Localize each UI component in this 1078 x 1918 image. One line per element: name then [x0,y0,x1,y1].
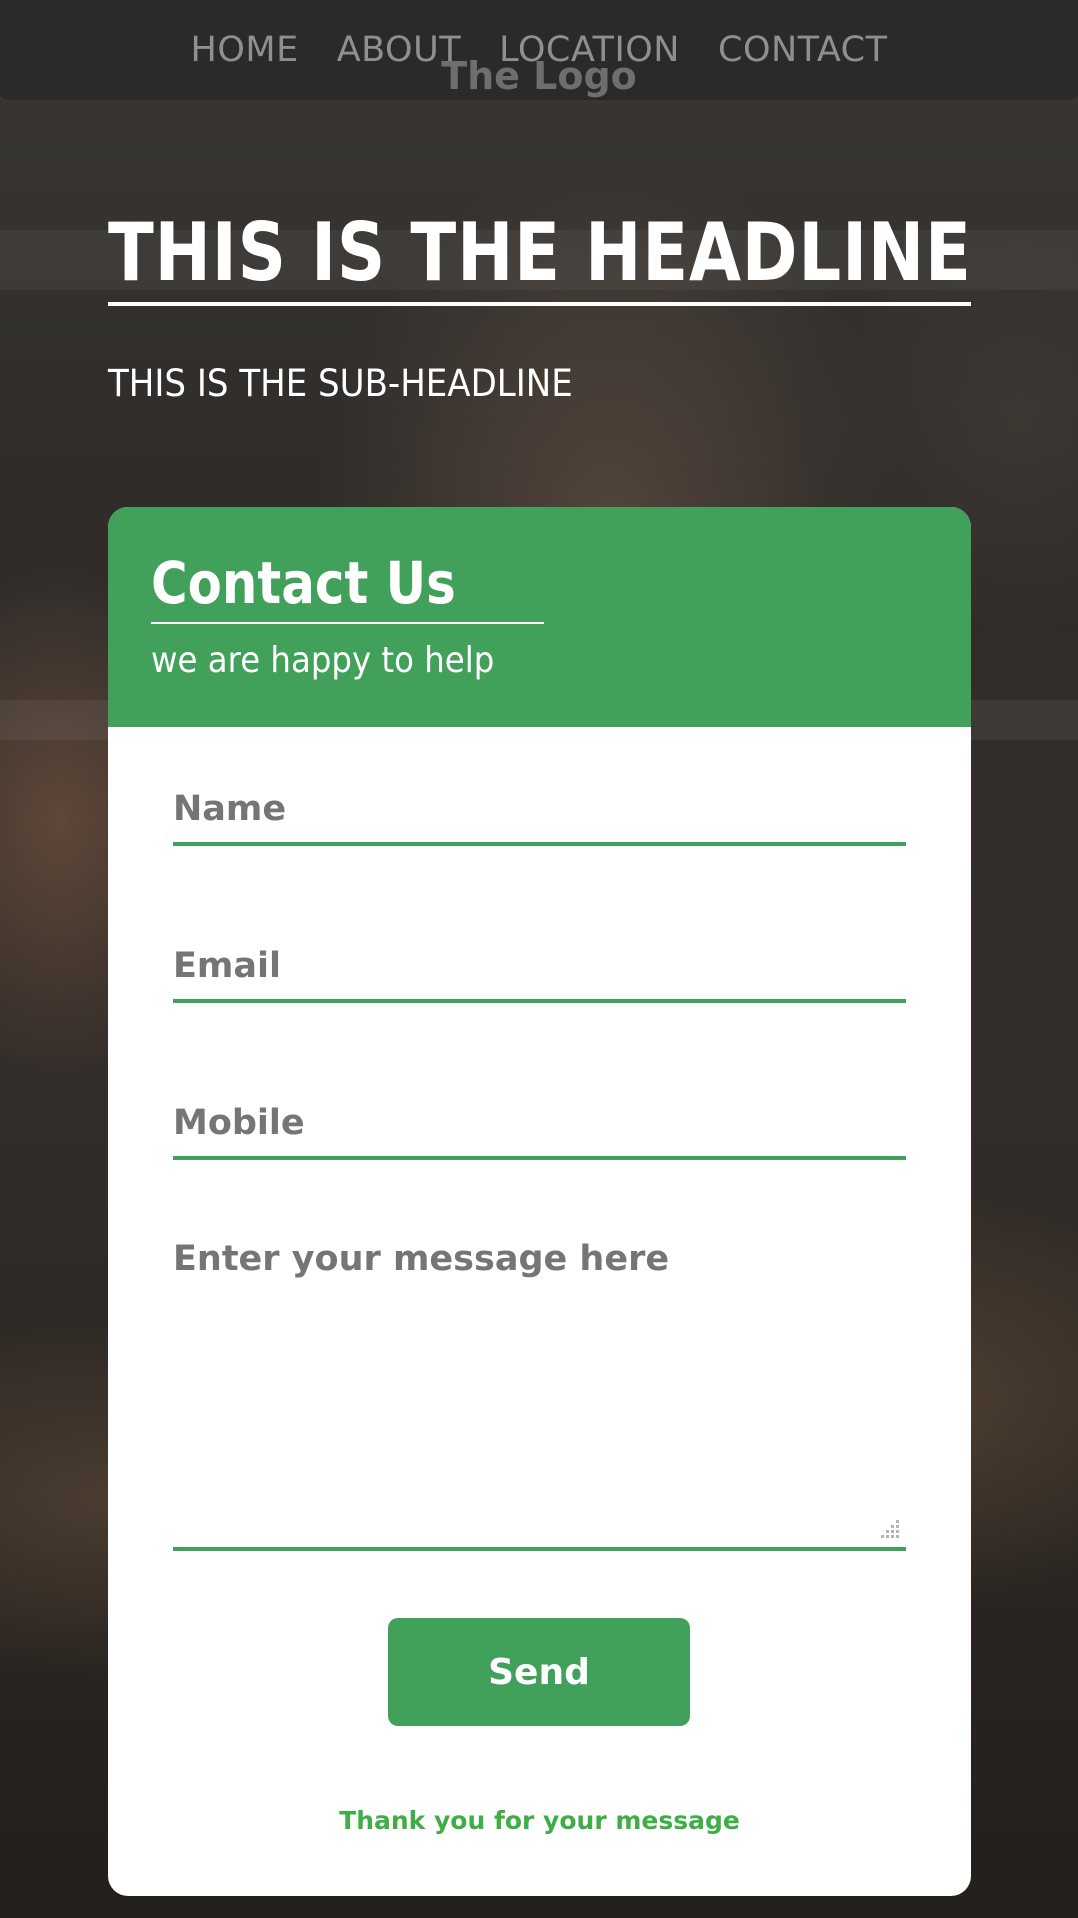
resize-handle-icon[interactable] [879,1518,901,1540]
page-headline: THIS IS THE HEADLINE [108,206,972,299]
contact-card-header: Contact Us we are happy to help [108,507,971,727]
page-subheadline: THIS IS THE SUB-HEADLINE [108,362,573,405]
contact-title-underline [151,622,544,624]
email-field[interactable] [173,933,906,1003]
contact-title: Contact Us [151,549,456,617]
send-button[interactable]: Send [388,1618,690,1726]
contact-form-card: Contact Us we are happy to help Send Tha… [108,507,971,1896]
message-textarea[interactable] [173,1225,906,1551]
mobile-field[interactable] [173,1090,906,1160]
headline-underline [108,302,971,306]
logo[interactable]: The Logo [0,54,1078,98]
name-field[interactable] [173,776,906,846]
navbar: HOME ABOUT LOCATION CONTACT The Logo [0,0,1078,100]
hero: THIS IS THE HEADLINE THIS IS THE SUB-HEA… [108,206,972,405]
contact-subtitle: we are happy to help [151,640,495,681]
thank-you-message: Thank you for your message [339,1806,740,1835]
